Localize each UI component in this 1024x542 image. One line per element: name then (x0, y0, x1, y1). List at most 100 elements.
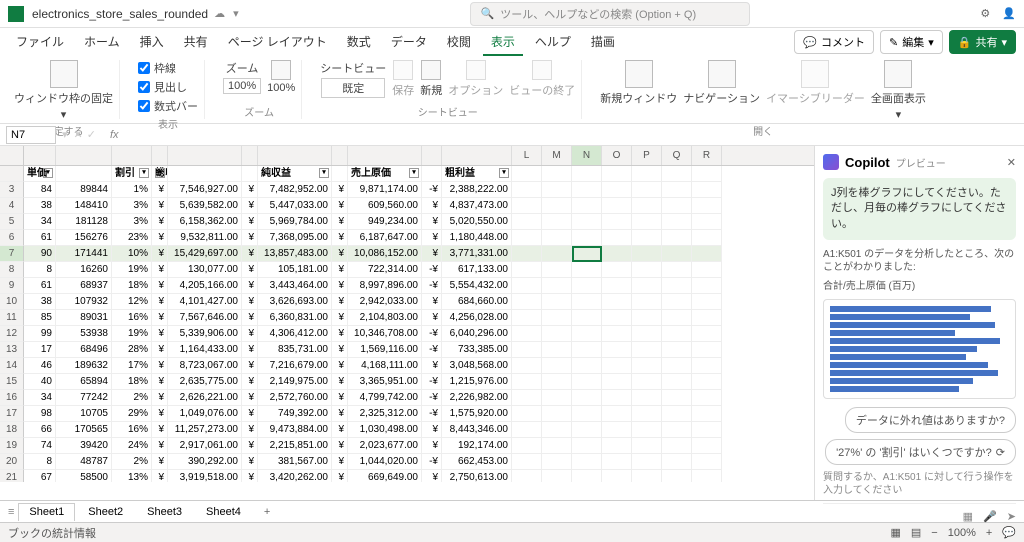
cell[interactable]: 3,048,568.00 (442, 358, 512, 374)
settings-icon[interactable]: ⚙ (980, 7, 990, 20)
cell[interactable]: 65894 (56, 374, 112, 390)
cell[interactable]: ¥ (332, 246, 348, 262)
cell[interactable]: ¥ (332, 182, 348, 198)
cell[interactable] (512, 278, 542, 294)
field-header[interactable] (422, 166, 442, 182)
cell[interactable] (572, 278, 602, 294)
cell[interactable]: ¥ (422, 470, 442, 482)
cell[interactable] (512, 262, 542, 278)
cell[interactable] (542, 326, 572, 342)
cell[interactable]: 7,216,679.00 (258, 358, 332, 374)
edit-button[interactable]: ✎ 編集 ▾ (880, 30, 943, 54)
cell[interactable] (692, 230, 722, 246)
cell[interactable]: 9,871,174.00 (348, 182, 422, 198)
zoom-button[interactable]: ズーム100% (223, 60, 261, 94)
cell[interactable]: 5,447,033.00 (258, 198, 332, 214)
cell[interactable]: ¥ (242, 246, 258, 262)
freeze-panes-button[interactable]: ウィンドウ枠の固定▾ (14, 60, 113, 121)
cell[interactable]: 609,560.00 (348, 198, 422, 214)
field-header[interactable]: ▾単価 (24, 166, 56, 182)
cell[interactable]: 17 (24, 342, 56, 358)
cell[interactable]: 6,187,647.00 (348, 230, 422, 246)
cell[interactable]: 2,325,312.00 (348, 406, 422, 422)
row-header[interactable]: 20 (0, 454, 24, 470)
cell[interactable] (692, 326, 722, 342)
field-header[interactable] (242, 166, 258, 182)
field-header[interactable]: ▾総収益 (152, 166, 168, 182)
cell[interactable] (632, 454, 662, 470)
cell[interactable] (662, 358, 692, 374)
cell[interactable]: 2,917,061.00 (168, 438, 242, 454)
cell[interactable]: 3% (112, 198, 152, 214)
cell[interactable]: 18% (112, 374, 152, 390)
row-header[interactable]: 17 (0, 406, 24, 422)
row-header[interactable]: 9 (0, 278, 24, 294)
cell[interactable] (542, 470, 572, 482)
cell[interactable]: 13,857,483.00 (258, 246, 332, 262)
cell[interactable]: 15,429,697.00 (168, 246, 242, 262)
cell[interactable]: 61 (24, 278, 56, 294)
cell[interactable] (602, 454, 632, 470)
cell[interactable]: 5,639,582.00 (168, 198, 242, 214)
column-header[interactable] (258, 146, 332, 165)
cell[interactable] (632, 326, 662, 342)
cell[interactable] (572, 326, 602, 342)
cell[interactable]: 6,360,831.00 (258, 310, 332, 326)
cell[interactable] (542, 406, 572, 422)
cell[interactable] (692, 278, 722, 294)
cell[interactable]: 3,626,693.00 (258, 294, 332, 310)
cell[interactable] (662, 262, 692, 278)
cell[interactable] (512, 294, 542, 310)
filter-icon[interactable]: ▾ (139, 168, 149, 178)
cell[interactable]: 381,567.00 (258, 454, 332, 470)
cell[interactable]: 3,771,331.00 (442, 246, 512, 262)
cell[interactable] (542, 310, 572, 326)
cell[interactable]: 24% (112, 438, 152, 454)
cell[interactable] (542, 262, 572, 278)
row-header[interactable]: 16 (0, 390, 24, 406)
cell[interactable]: ¥ (152, 246, 168, 262)
row-header[interactable]: 8 (0, 262, 24, 278)
cell[interactable]: 84 (24, 182, 56, 198)
cell[interactable]: 617,133.00 (442, 262, 512, 278)
zoom-100-button[interactable]: 100% (267, 60, 295, 94)
cell[interactable]: -¥ (422, 406, 442, 422)
sheet-tab[interactable]: Sheet1 (18, 503, 75, 521)
cell[interactable]: 39420 (56, 438, 112, 454)
cell[interactable]: 89031 (56, 310, 112, 326)
cell[interactable] (662, 454, 692, 470)
cell[interactable] (602, 438, 632, 454)
column-header[interactable]: O (602, 146, 632, 165)
cell[interactable]: 2% (112, 390, 152, 406)
column-header[interactable] (422, 146, 442, 165)
cell[interactable]: ¥ (242, 230, 258, 246)
ribbon-tab-表示[interactable]: 表示 (483, 29, 523, 56)
cell[interactable]: ¥ (242, 342, 258, 358)
cell[interactable]: ¥ (332, 470, 348, 482)
cell[interactable] (542, 342, 572, 358)
cell[interactable]: 90 (24, 246, 56, 262)
cell[interactable] (542, 390, 572, 406)
field-header[interactable] (332, 166, 348, 182)
row-header[interactable]: 15 (0, 374, 24, 390)
cell[interactable]: 28% (112, 342, 152, 358)
filter-icon[interactable]: ▾ (155, 168, 165, 178)
cell[interactable] (662, 326, 692, 342)
cell[interactable] (602, 278, 632, 294)
cell[interactable]: ¥ (152, 438, 168, 454)
field-header[interactable] (56, 166, 112, 182)
cell[interactable] (512, 182, 542, 198)
cell[interactable] (602, 422, 632, 438)
row-header[interactable]: 7 (0, 246, 24, 262)
cell[interactable] (692, 422, 722, 438)
field-header[interactable]: ▾粗利益 (442, 166, 512, 182)
chart-preview[interactable] (823, 299, 1016, 399)
cell[interactable]: ¥ (242, 278, 258, 294)
column-header[interactable]: P (632, 146, 662, 165)
cell[interactable]: 8 (24, 262, 56, 278)
cell[interactable] (572, 438, 602, 454)
cell[interactable]: ¥ (242, 390, 258, 406)
cell[interactable]: ¥ (152, 182, 168, 198)
cell[interactable] (572, 454, 602, 470)
cell[interactable]: 9,532,811.00 (168, 230, 242, 246)
